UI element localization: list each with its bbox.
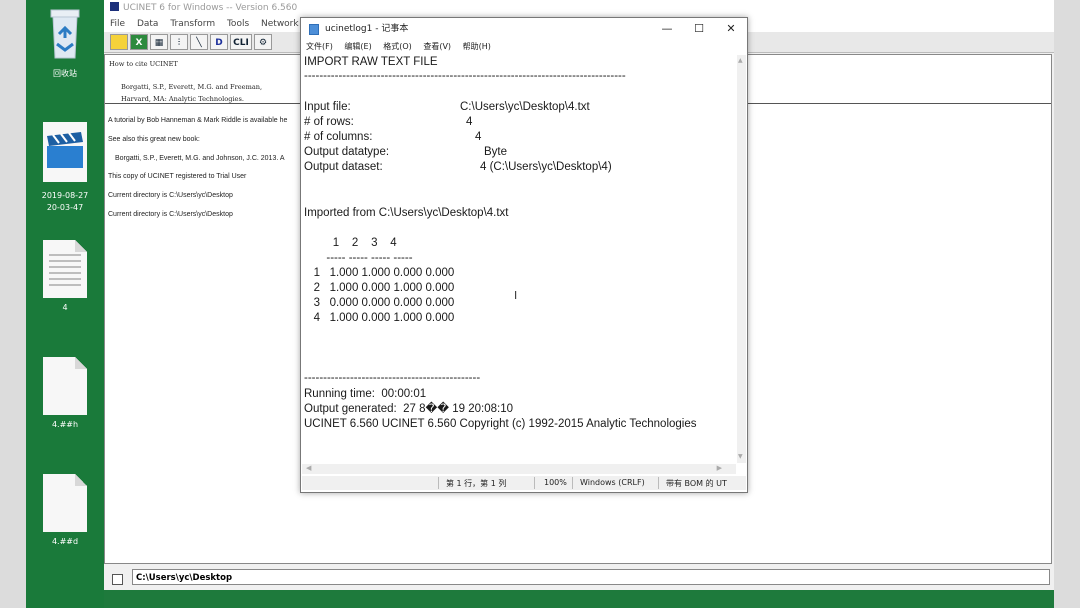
file-4h-label: 4.##h bbox=[51, 420, 79, 429]
line-ending: Windows (CRLF) bbox=[580, 478, 645, 487]
close-button[interactable]: ✕ bbox=[715, 18, 747, 40]
matrix-separator: ----- ----- ----- ----- bbox=[304, 252, 413, 264]
video-file-label: 2019-08-27 20-03-47 bbox=[41, 191, 89, 212]
ucinet-title-bar: UCINET 6 for Windows -- Version 6.560 bbox=[104, 0, 1054, 16]
menu-file[interactable]: File bbox=[110, 19, 125, 29]
menu-network[interactable]: Network bbox=[261, 19, 299, 29]
copyright-line: UCINET 6.560 UCINET 6.560 Copyright (c) … bbox=[304, 418, 697, 430]
text-cursor-icon: I bbox=[514, 289, 518, 302]
video-file-icon[interactable]: 2019-08-27 20-03-47 bbox=[26, 120, 104, 214]
menu-file[interactable]: 文件(F) bbox=[306, 42, 333, 51]
menu-format[interactable]: 格式(O) bbox=[383, 42, 412, 51]
dataset-value: 4 (C:\Users\yc\Desktop\4) bbox=[480, 161, 612, 173]
ucinet-status-bar: C:\Users\yc\Desktop bbox=[104, 566, 1054, 590]
matrix-editor-button[interactable]: ▦ bbox=[150, 34, 168, 50]
cite-line-2: Harvard, MA: Analytic Technologies. bbox=[121, 95, 244, 103]
text-file-4-label: 4 bbox=[62, 303, 68, 312]
scroll-right-icon[interactable]: ▶ bbox=[717, 464, 722, 472]
notepad-app-icon bbox=[309, 24, 319, 35]
menu-data[interactable]: Data bbox=[137, 19, 159, 29]
input-file-label: Input file: bbox=[304, 101, 351, 113]
recycle-bin-icon[interactable]: 回收站 bbox=[26, 6, 104, 80]
graph-button[interactable]: ⚙ bbox=[254, 34, 272, 50]
clapperboard-icon bbox=[43, 122, 87, 182]
notepad-window: ucinetlog1 - 记事本 — ☐ ✕ 文件(F) 编辑(E) 格式(O)… bbox=[300, 17, 748, 493]
log-line: Current directory is C:\Users\yc\Desktop bbox=[108, 211, 233, 218]
ucinet-title: UCINET 6 for Windows -- Version 6.560 bbox=[123, 3, 298, 13]
blank-document-icon bbox=[43, 474, 87, 532]
log-line: Current directory is C:\Users\yc\Desktop bbox=[108, 192, 233, 199]
menu-help[interactable]: 帮助(H) bbox=[463, 42, 491, 51]
cli-button[interactable]: CLI bbox=[230, 34, 252, 50]
minimize-button[interactable]: — bbox=[651, 18, 683, 40]
imported-from: Imported from C:\Users\yc\Desktop\4.txt bbox=[304, 207, 509, 219]
trash-can-icon bbox=[50, 9, 80, 59]
blank-document-icon bbox=[43, 357, 87, 415]
menu-view[interactable]: 查看(V) bbox=[423, 42, 451, 51]
matrix-header: 1 2 3 4 bbox=[304, 237, 397, 249]
zoom-level: 100% bbox=[544, 478, 567, 487]
rows-label: # of rows: bbox=[304, 116, 354, 128]
current-directory-field[interactable]: C:\Users\yc\Desktop bbox=[132, 569, 1050, 585]
output-generated: Output generated: 27 8�� 19 20:08:10 bbox=[304, 403, 514, 415]
notepad-text-area[interactable]: IMPORT RAW TEXT FILE -------------------… bbox=[302, 55, 736, 479]
menu-edit[interactable]: 编辑(E) bbox=[344, 42, 371, 51]
horizontal-scrollbar[interactable]: ◀ ▶ bbox=[302, 464, 736, 474]
matrix-row: 2 1.000 0.000 1.000 0.000 bbox=[304, 282, 455, 294]
notepad-title: ucinetlog1 - 记事本 bbox=[325, 24, 409, 34]
left-frame bbox=[0, 0, 26, 608]
cursor-position: 第 1 行，第 1 列 bbox=[446, 479, 507, 488]
rows-value: 4 bbox=[466, 116, 473, 128]
datatype-label: Output datatype: bbox=[304, 146, 390, 158]
scroll-down-icon[interactable]: ▼ bbox=[738, 453, 743, 460]
open-folder-button[interactable] bbox=[110, 34, 128, 50]
matrix-row: 3 0.000 0.000 0.000 0.000 bbox=[304, 297, 455, 309]
running-time: Running time: 00:00:01 bbox=[304, 388, 427, 400]
columns-value: 4 bbox=[475, 131, 482, 143]
vertical-scrollbar[interactable]: ▲ ▼ bbox=[737, 55, 746, 463]
text-document-icon bbox=[43, 240, 87, 298]
log-line: Borgatti, S.P., Everett, M.G. and Johnso… bbox=[115, 155, 285, 162]
cite-header: How to cite UCINET bbox=[109, 60, 178, 68]
dataset-label: Output dataset: bbox=[304, 161, 383, 173]
heading: IMPORT RAW TEXT FILE bbox=[304, 56, 438, 68]
notepad-menu-bar: 文件(F) 编辑(E) 格式(O) 查看(V) 帮助(H) bbox=[301, 40, 747, 54]
notepad-title-bar: ucinetlog1 - 记事本 — ☐ ✕ bbox=[301, 18, 747, 40]
desktop: 回收站 2019-08-27 20-03-47 4 4.##h 4.##d bbox=[26, 0, 104, 608]
datatype-value: Byte bbox=[484, 146, 508, 158]
display-button[interactable]: D bbox=[210, 34, 228, 50]
log-line: A tutorial by Bob Hanneman & Mark Riddle… bbox=[108, 117, 288, 124]
file-4h-icon[interactable]: 4.##h bbox=[26, 357, 104, 431]
log-line: See also this great new book: bbox=[108, 136, 200, 143]
recycle-bin-label: 回收站 bbox=[53, 69, 77, 78]
file-4d-icon[interactable]: 4.##d bbox=[26, 474, 104, 548]
notepad-status-bar: 第 1 行，第 1 列 100% Windows (CRLF) 带有 BOM 的… bbox=[302, 476, 746, 490]
log-line: This copy of UCINET registered to Trial … bbox=[108, 173, 247, 180]
cite-line-1: Borgatti, S.P., Everett, M.G. and Freema… bbox=[121, 83, 263, 91]
matrix-row: 1 1.000 1.000 0.000 0.000 bbox=[304, 267, 455, 279]
right-frame bbox=[1054, 0, 1080, 608]
excel-button[interactable]: X bbox=[130, 34, 148, 50]
input-file-value: C:\Users\yc\Desktop\4.txt bbox=[460, 101, 590, 113]
maximize-button[interactable]: ☐ bbox=[683, 18, 715, 40]
separator-short: ----------------------------------------… bbox=[304, 372, 481, 384]
scroll-left-icon[interactable]: ◀ bbox=[306, 464, 311, 472]
netdraw-button[interactable]: ╲ bbox=[190, 34, 208, 50]
menu-tools[interactable]: Tools bbox=[227, 19, 249, 29]
file-4d-label: 4.##d bbox=[51, 537, 79, 546]
dl-editor-button[interactable]: ⫶ bbox=[170, 34, 188, 50]
menu-transform[interactable]: Transform bbox=[170, 19, 215, 29]
columns-label: # of columns: bbox=[304, 131, 373, 143]
matrix-row: 4 1.000 0.000 1.000 0.000 bbox=[304, 312, 455, 324]
separator-long: ----------------------------------------… bbox=[304, 70, 626, 82]
text-file-4-icon[interactable]: 4 bbox=[26, 240, 104, 314]
directory-checkbox[interactable] bbox=[112, 574, 123, 585]
scroll-up-icon[interactable]: ▲ bbox=[738, 57, 743, 64]
ucinet-app-icon bbox=[110, 2, 119, 11]
encoding: 带有 BOM 的 UT bbox=[666, 479, 727, 488]
